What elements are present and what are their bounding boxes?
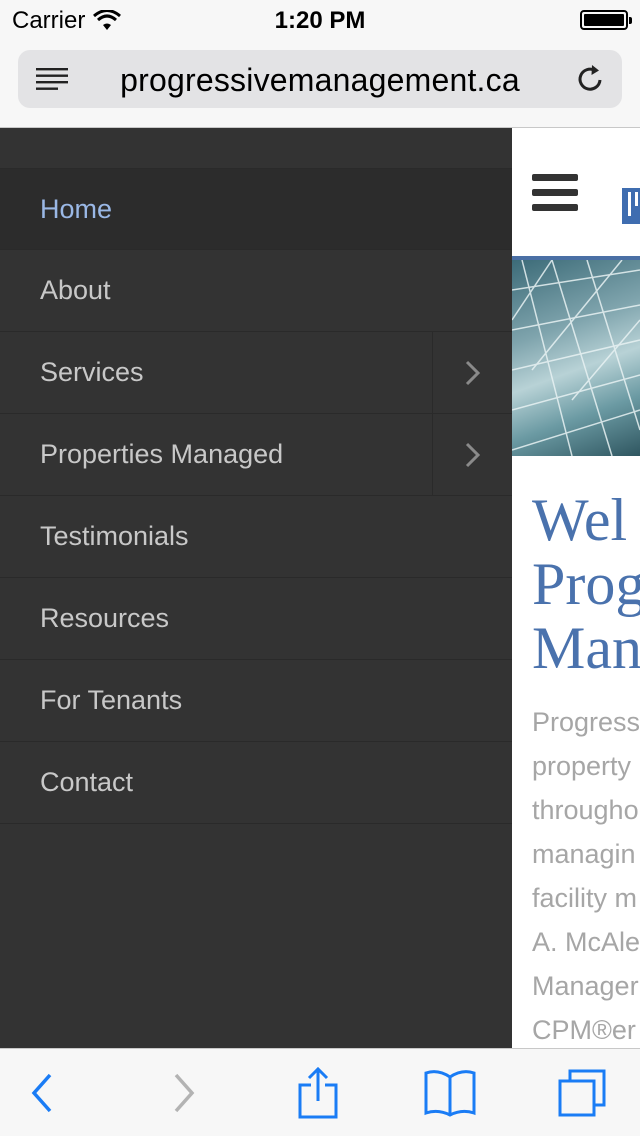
menu-item-label: Testimonials [40, 521, 189, 551]
reload-icon[interactable] [576, 64, 606, 94]
side-navigation-menu: Home About Services Properties Managed T… [0, 128, 512, 1048]
chevron-right-icon [465, 360, 480, 385]
submenu-toggle[interactable] [432, 332, 512, 413]
menu-item-testimonials[interactable]: Testimonials [0, 496, 512, 578]
back-chevron-icon[interactable] [30, 1067, 56, 1119]
browser-toolbar [0, 1048, 640, 1136]
hero-image [512, 260, 640, 456]
menu-item-home[interactable]: Home [0, 168, 512, 250]
forward-chevron-icon[interactable] [170, 1067, 196, 1119]
share-icon[interactable] [296, 1067, 340, 1119]
hamburger-bar [532, 174, 578, 181]
welcome-line: Wel [532, 487, 628, 553]
status-bar: Carrier 1:20 PM [0, 0, 640, 40]
bookmarks-book-icon[interactable] [422, 1067, 478, 1119]
menu-item-label: Resources [40, 603, 170, 633]
menu-item-contact[interactable]: Contact [0, 742, 512, 824]
page-content: Wel Prog Man Progress property througho … [512, 128, 640, 1048]
intro-line: managin [532, 839, 636, 869]
glass-building-graphic [512, 260, 640, 456]
welcome-line: Man [532, 615, 640, 681]
menu-item-label: Services [40, 357, 144, 387]
intro-line: Manager [532, 971, 639, 1001]
battery-fill [584, 14, 624, 26]
status-time: 1:20 PM [274, 7, 366, 34]
menu-item-resources[interactable]: Resources [0, 578, 512, 660]
intro-line: A. McAle [532, 927, 640, 957]
tabs-icon[interactable] [556, 1067, 610, 1119]
menu-item-for-tenants[interactable]: For Tenants [0, 660, 512, 742]
hamburger-bar [532, 204, 578, 211]
welcome-heading: Wel Prog Man [532, 488, 640, 680]
menu-item-services[interactable]: Services [0, 332, 512, 414]
menu-item-label: About [40, 275, 111, 305]
menu-item-label: Contact [40, 767, 134, 797]
menu-toggle-button[interactable] [532, 174, 578, 212]
intro-line: facility m [532, 883, 638, 913]
intro-line: througho [532, 795, 639, 825]
url-text[interactable]: progressivemanagement.ca [18, 62, 622, 99]
browser-address-area: progressivemanagement.ca [0, 40, 640, 128]
menu-item-label: Properties Managed [40, 439, 284, 469]
site-logo[interactable] [622, 188, 640, 224]
battery-icon [580, 10, 632, 30]
menu-item-label: For Tenants [40, 685, 183, 715]
intro-line: CPM®er [532, 1015, 636, 1045]
submenu-toggle[interactable] [432, 414, 512, 495]
address-bar[interactable]: progressivemanagement.ca [18, 50, 622, 108]
intro-paragraph: Progress property througho managin facil… [532, 700, 640, 1048]
chevron-right-icon [465, 442, 480, 467]
welcome-line: Prog [532, 551, 640, 617]
menu-item-about[interactable]: About [0, 250, 512, 332]
hamburger-bar [532, 189, 578, 196]
menu-item-properties-managed[interactable]: Properties Managed [0, 414, 512, 496]
menu-item-label: Home [40, 193, 113, 224]
intro-line: Progress [532, 707, 640, 737]
intro-line: property [532, 751, 632, 781]
